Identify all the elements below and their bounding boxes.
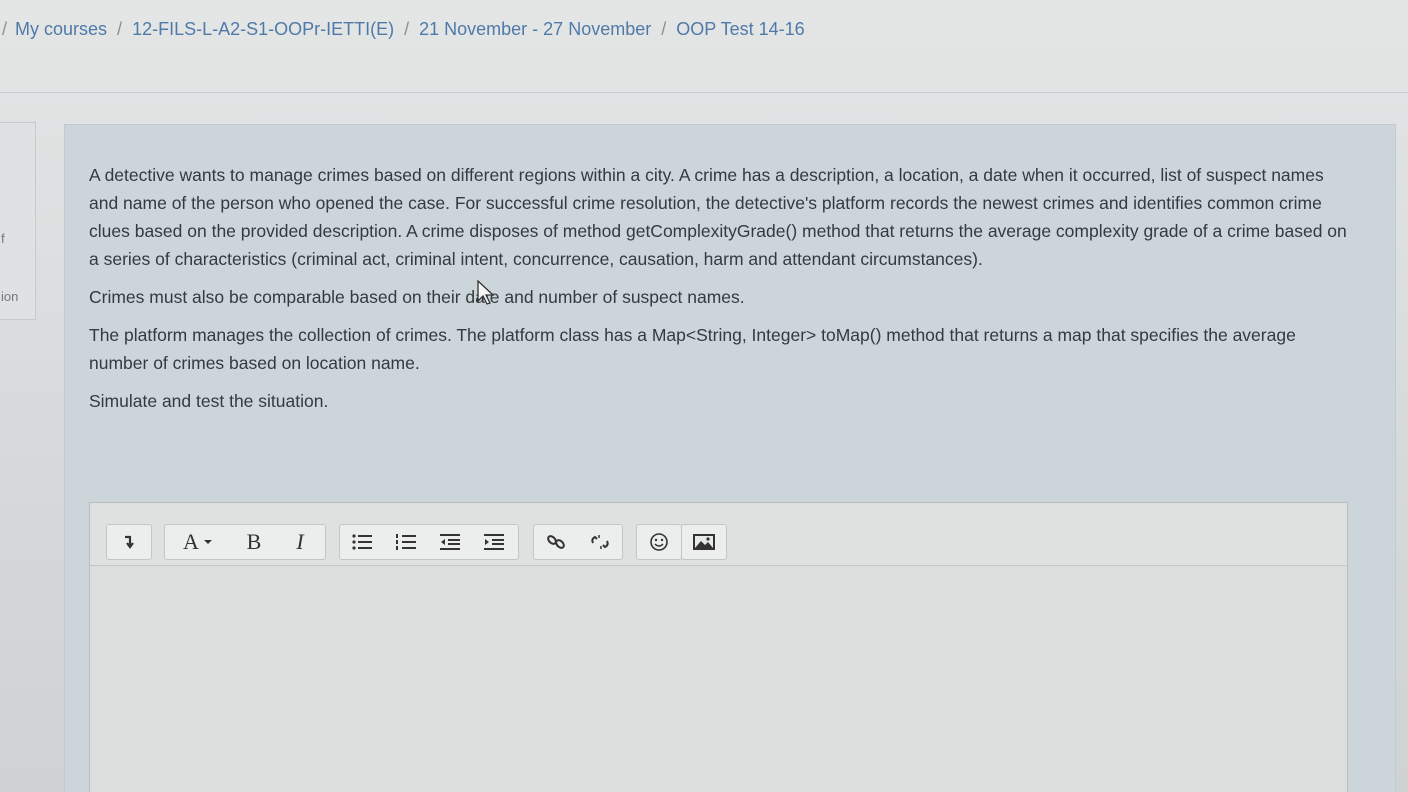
editor-toolbar: A B I — [90, 503, 1347, 566]
question-paragraph: A detective wants to manage crimes based… — [89, 165, 1347, 269]
breadcrumb-my-courses[interactable]: My courses — [15, 19, 107, 40]
question-info-block: f ion — [0, 122, 36, 320]
unordered-list-icon[interactable] — [340, 525, 384, 559]
editor-content-area[interactable] — [90, 566, 1347, 792]
italic-label: I — [296, 529, 304, 554]
ordered-list-icon[interactable] — [384, 525, 428, 559]
mouse-pointer-icon — [477, 280, 495, 305]
bold-button[interactable]: B — [231, 525, 277, 559]
breadcrumb-quiz[interactable]: OOP Test 14-16 — [676, 19, 804, 40]
page: / My courses / 12-FILS-L-A2-S1-OOPr-IETT… — [0, 0, 1408, 792]
breadcrumb-separator: / — [404, 18, 410, 39]
emoji-icon[interactable] — [637, 525, 681, 559]
bold-label: B — [246, 529, 262, 554]
question-text: A detective wants to manage crimes based… — [89, 161, 1349, 425]
collapse-arrow-icon[interactable] — [107, 525, 151, 559]
outdent-icon[interactable] — [428, 525, 472, 559]
question-info-fragment[interactable]: ion — [1, 289, 18, 304]
header-divider — [0, 92, 1408, 93]
toolbar-group-collapse — [106, 524, 152, 560]
breadcrumb-separator: / — [117, 18, 123, 39]
breadcrumb-separator: / — [661, 18, 667, 39]
toolbar-group-lists — [339, 524, 519, 560]
font-style-label: A — [183, 529, 199, 554]
question-paragraph: Simulate and test the situation. — [89, 391, 329, 411]
chevron-down-icon — [203, 540, 212, 544]
indent-icon[interactable] — [472, 525, 516, 559]
toolbar-group-emoji — [636, 524, 682, 560]
font-style-button[interactable]: A — [165, 525, 231, 559]
image-icon[interactable] — [682, 525, 726, 559]
toolbar-group-media — [681, 524, 727, 560]
breadcrumb-separator: / — [2, 18, 8, 39]
link-icon[interactable] — [534, 525, 578, 559]
toolbar-group-format: A B I — [164, 524, 326, 560]
toolbar-group-links — [533, 524, 623, 560]
question-paragraph: The platform manages the collection of c… — [89, 325, 1296, 373]
answer-editor: A B I — [89, 502, 1348, 792]
question-info-fragment: f — [1, 231, 5, 246]
italic-button[interactable]: I — [277, 525, 323, 559]
unlink-icon[interactable] — [578, 525, 622, 559]
breadcrumb-course[interactable]: 12-FILS-L-A2-S1-OOPr-IETTI(E) — [132, 19, 394, 40]
breadcrumb-week[interactable]: 21 November - 27 November — [419, 19, 651, 40]
question-paragraph: Crimes must also be comparable based on … — [89, 287, 745, 307]
breadcrumb: / My courses / 12-FILS-L-A2-S1-OOPr-IETT… — [0, 14, 805, 44]
